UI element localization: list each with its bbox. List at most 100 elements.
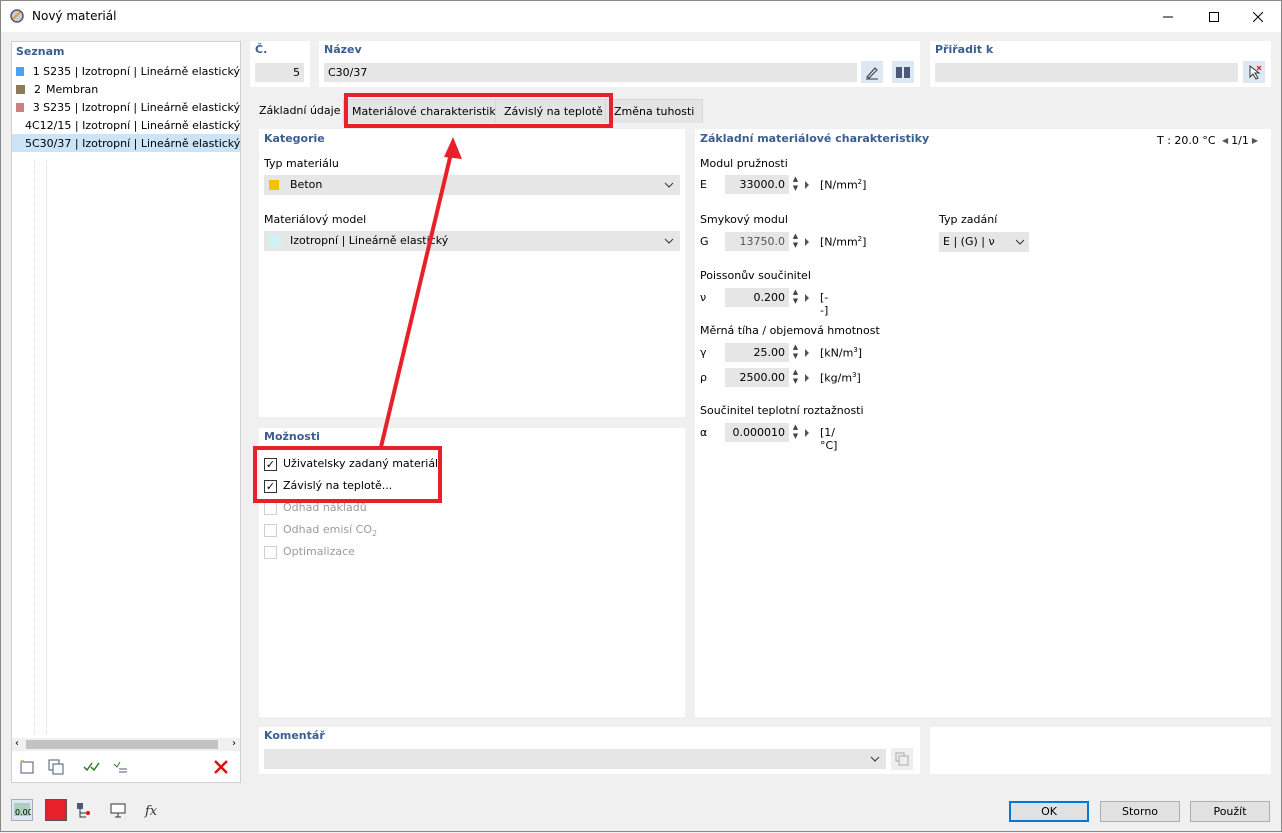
temperature-indicator: T : 20.0 °C (1157, 134, 1216, 147)
option-label: Optimalizace (283, 545, 355, 558)
edit-icon (866, 67, 878, 80)
list-scrollbar[interactable]: ‹ › (12, 738, 240, 751)
dialog-window: Nový materiál Seznam 1 S235 | Izotropní |… (0, 0, 1282, 832)
list-item-number: 4 (25, 118, 32, 132)
svg-text:fx: fx (144, 804, 158, 819)
list-item-label: S235 | Izotropní | Lineárně elastický (43, 64, 240, 78)
delete-button[interactable] (210, 756, 232, 778)
expand-arrow-icon[interactable] (805, 294, 809, 302)
maximize-button[interactable] (1191, 1, 1237, 32)
input-type-select[interactable]: E | (G) | ν (939, 232, 1029, 252)
scroll-right-icon[interactable]: › (232, 738, 236, 749)
symbol-label: α (700, 426, 708, 439)
check-icon (83, 762, 100, 772)
pick-button[interactable] (1243, 61, 1265, 83)
comment-field[interactable] (264, 749, 886, 769)
rho-value-field[interactable]: 2500.00 (725, 368, 789, 387)
expand-arrow-icon[interactable] (805, 374, 809, 382)
new-material-button[interactable] (16, 756, 38, 778)
next-page-icon[interactable]: ▶ (1252, 136, 1258, 145)
input-type-label: Typ zadání (939, 213, 998, 226)
cancel-button[interactable]: Storno (1100, 801, 1180, 822)
chevron-down-icon (664, 238, 674, 244)
symbol-label: ν (700, 291, 707, 304)
spinner-icon[interactable]: ▲ ▼ (791, 288, 800, 307)
library-button[interactable] (892, 61, 914, 83)
spinner-icon[interactable]: ▲ ▼ (791, 343, 800, 362)
symbol-label: γ (700, 346, 707, 359)
tree-icon (77, 803, 90, 818)
assign-label: Přiřadit k (935, 43, 994, 56)
category-header: Kategorie (264, 132, 325, 145)
input-type-value: E | (G) | ν (943, 235, 995, 248)
expand-arrow-icon[interactable] (805, 181, 809, 189)
material-model-select[interactable]: Izotropní | Lineárně elastický (264, 231, 680, 251)
tab-stiffness-change[interactable]: Změna tuhosti (605, 99, 704, 123)
minimize-button[interactable] (1145, 1, 1191, 32)
expand-arrow-icon[interactable] (805, 349, 809, 357)
list-item[interactable]: 3 S235 | Izotropní | Lineárně elastický (12, 98, 240, 116)
tab-material-properties[interactable]: Materiálové charakteristiky (343, 99, 511, 123)
material-icon (10, 9, 24, 23)
shear-modulus-label: Smykový modul (700, 213, 788, 226)
poisson-label: Poissonův součinitel (700, 269, 811, 282)
number-field[interactable]: 5 (255, 63, 304, 82)
units-button[interactable]: 0.00 (11, 799, 33, 821)
scroll-left-icon[interactable]: ‹ (15, 738, 19, 749)
spinner-icon[interactable]: ▲ ▼ (791, 175, 800, 194)
expand-arrow-icon[interactable] (805, 429, 809, 437)
color-button[interactable] (45, 799, 67, 821)
unit-label: [kg/m3] (820, 371, 861, 385)
list-item[interactable]: 1 S235 | Izotropní | Lineárně elastický (12, 62, 240, 80)
copy-material-button[interactable] (45, 756, 67, 778)
nu-value-field[interactable]: 0.200 (725, 288, 789, 307)
minimize-icon (1163, 16, 1173, 17)
list-item-label: C12/15 | Izotropní | Lineárně elastický (32, 118, 240, 132)
name-panel: Název C30/37 (319, 41, 920, 87)
options-header: Možnosti (264, 430, 320, 443)
chevron-down-icon (870, 756, 880, 762)
page-navigator[interactable]: ◀ 1/1 ▶ (1222, 134, 1258, 147)
list-item[interactable]: 4 C12/15 | Izotropní | Lineárně elastický (12, 116, 240, 134)
list-item[interactable]: 2 Membran (12, 80, 240, 98)
comment-library-button[interactable] (891, 748, 913, 770)
gamma-value-field[interactable]: 25.00 (725, 343, 789, 362)
list-item-label: S235 | Izotropní | Lineárně elastický (43, 100, 240, 114)
ok-button[interactable]: OK (1009, 801, 1089, 822)
alpha-value-field[interactable]: 0.000010 (725, 423, 789, 442)
formula-button[interactable]: fx (141, 799, 163, 821)
list-item-number: 3 (32, 100, 40, 114)
page-indicator: 1/1 (1231, 134, 1249, 147)
close-icon (1253, 11, 1263, 22)
option-checkbox (264, 546, 277, 559)
display-properties-button[interactable] (73, 799, 95, 821)
expand-arrow-icon[interactable] (805, 238, 809, 246)
tab-basic[interactable]: Základní údaje (250, 98, 350, 124)
copy-icon (48, 759, 64, 775)
close-button[interactable] (1235, 1, 1281, 32)
spinner-icon[interactable]: ▲ ▼ (791, 368, 800, 387)
G-value-field[interactable]: 13750.0 (725, 232, 789, 251)
list-item-number: 1 (32, 64, 40, 78)
assign-field[interactable] (935, 63, 1238, 82)
scroll-thumb[interactable] (26, 740, 218, 749)
option-checkbox[interactable]: ✓ (264, 480, 277, 493)
edit-name-button[interactable] (861, 61, 883, 83)
spinner-icon[interactable]: ▲ ▼ (791, 232, 800, 251)
check-all-button[interactable] (80, 756, 102, 778)
name-field[interactable]: C30/37 (324, 63, 857, 82)
view-button[interactable] (107, 799, 129, 821)
material-type-select[interactable]: Beton (264, 175, 680, 195)
option-checkbox[interactable]: ✓ (264, 458, 277, 471)
color-swatch (16, 84, 25, 94)
E-value-field[interactable]: 33000.0 (725, 175, 789, 194)
symbol-label: G (700, 235, 709, 248)
sync-button[interactable] (109, 756, 131, 778)
tab-temperature-dependent[interactable]: Závislý na teplotě (495, 99, 612, 123)
spinner-icon[interactable]: ▲ ▼ (791, 423, 800, 442)
number-panel: Č. 5 (250, 41, 310, 87)
prev-page-icon[interactable]: ◀ (1222, 136, 1228, 145)
option-checkbox (264, 524, 277, 537)
list-item[interactable]: 5 C30/37 | Izotropní | Lineárně elastický (12, 134, 240, 152)
apply-button[interactable]: Použít (1190, 801, 1270, 822)
